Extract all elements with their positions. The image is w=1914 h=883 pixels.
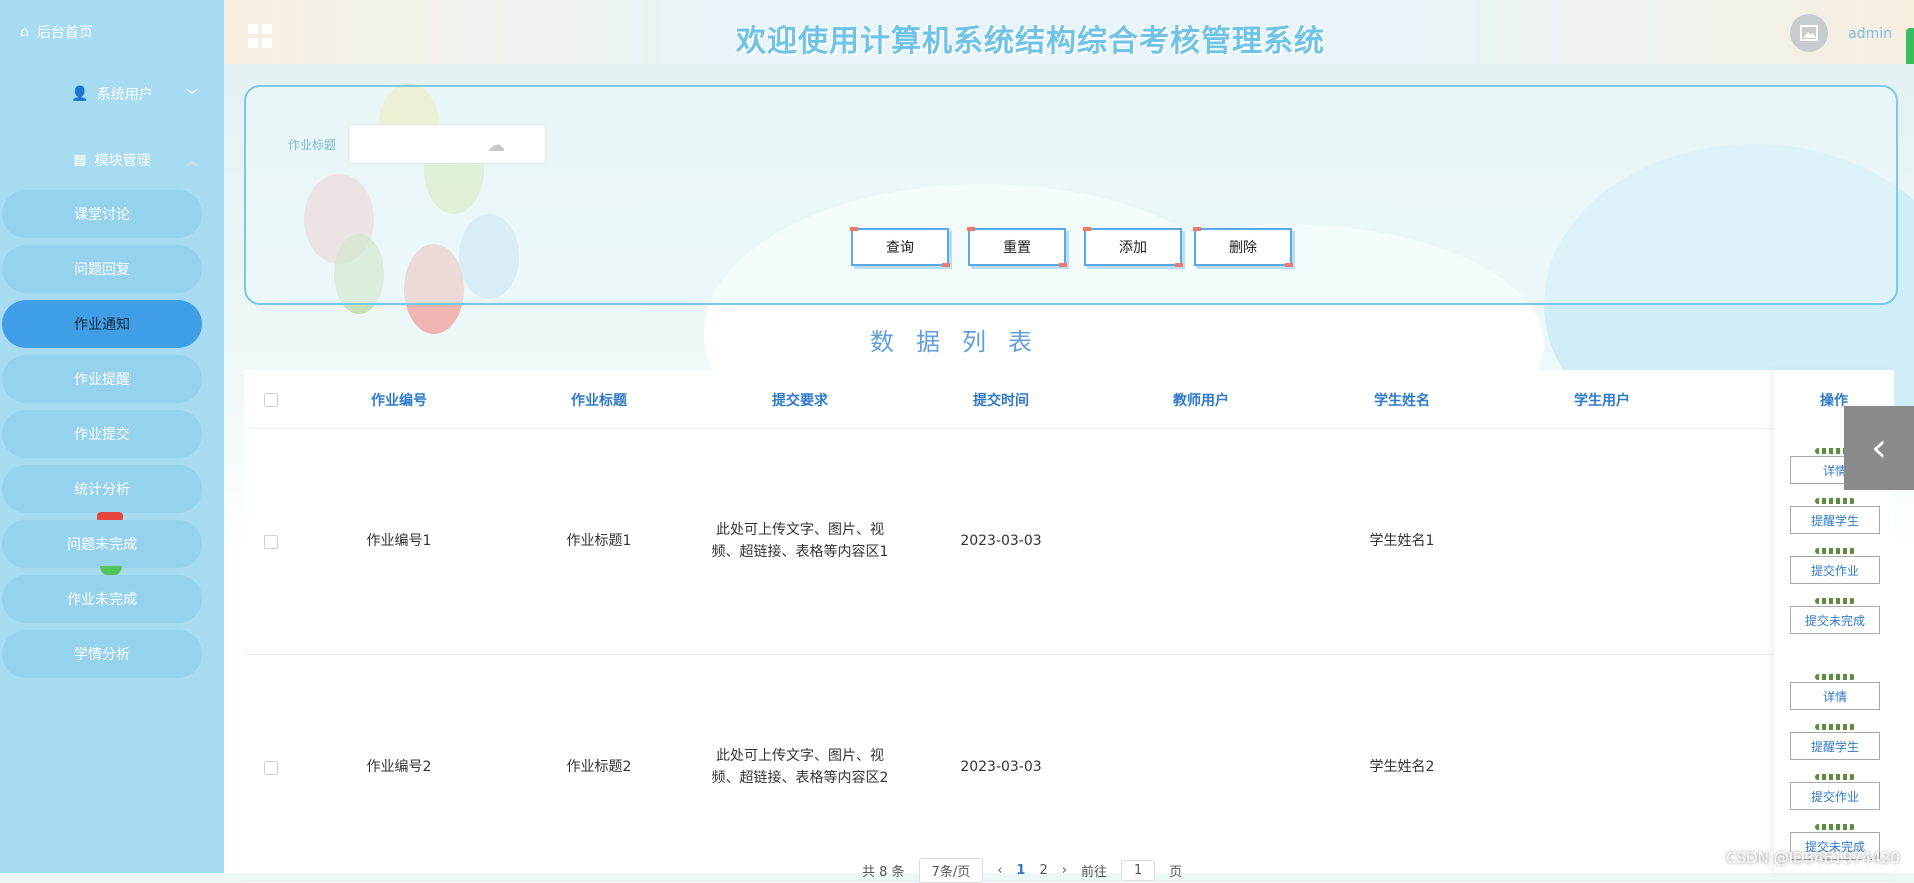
sidebar-item-label: 问题未完成	[67, 537, 137, 553]
pagination: 共 8 条 7条/页 ‹ 1 2 › 前往 1 页	[862, 858, 1182, 883]
search-panel: 作业标题 ☁ 查询 重置 添加 删除	[244, 85, 1898, 305]
sidebar-home[interactable]: ⌂ 后台首页	[20, 22, 93, 42]
query-button[interactable]: 查询	[850, 227, 950, 267]
data-table: 作业编号 作业标题 提交要求 提交时间 教师用户 学生姓名 学生用户 作业编号1…	[244, 370, 1894, 881]
chevron-down-icon: ﹀	[185, 87, 198, 102]
header: 欢迎使用计算机系统结构综合考核管理系统 admin	[224, 0, 1914, 68]
column-header[interactable]: 提交时间	[973, 390, 1029, 410]
avatar[interactable]	[1790, 14, 1828, 52]
cell-submit-time: 2023-03-03	[960, 759, 1042, 775]
sidebar-item-question-unfinished[interactable]: 问题未完成	[2, 520, 202, 568]
detail-button[interactable]: 详情	[1790, 674, 1880, 710]
submit-homework-button[interactable]: 提交作业	[1790, 548, 1880, 584]
goto-label: 前往	[1080, 865, 1107, 880]
remind-student-button[interactable]: 提醒学生	[1790, 498, 1880, 534]
sidebar-item-label: 统计分析	[74, 482, 130, 498]
list-title: 数据列表	[870, 328, 1054, 356]
sidebar-group-system-users[interactable]: 👤 系统用户 ﹀	[0, 84, 224, 104]
grid-icon: ▦	[73, 152, 87, 168]
add-button[interactable]: 添加	[1083, 227, 1183, 267]
submit-unfinished-button[interactable]: 提交未完成	[1790, 598, 1880, 634]
column-header[interactable]: 教师用户	[1173, 390, 1229, 410]
image-icon	[1800, 25, 1818, 41]
cell-requirement: 此处可上传文字、图片、视 频、超链接、表格等内容区1	[712, 519, 889, 563]
chevron-up-icon: ︿	[185, 153, 198, 168]
sidebar-item-label: 作业通知	[74, 317, 130, 333]
column-header[interactable]: 提交要求	[772, 390, 828, 410]
page-unit: 页	[1169, 865, 1183, 880]
next-page-button[interactable]: ›	[1062, 863, 1067, 878]
cell-student-name: 学生姓名2	[1369, 759, 1435, 775]
sidebar-item-label: 学情分析	[74, 647, 130, 663]
select-all-checkbox[interactable]	[264, 393, 278, 407]
cell-requirement: 此处可上传文字、图片、视 频、超链接、表格等内容区2	[712, 745, 889, 789]
home-icon: ⌂	[20, 24, 29, 40]
watermark: CSDN @ID3461974420	[1726, 849, 1900, 867]
row-checkbox[interactable]	[264, 535, 278, 549]
reset-button[interactable]: 重置	[967, 227, 1067, 267]
cell-student-name: 学生姓名1	[1369, 533, 1435, 549]
sidebar-item-question-reply[interactable]: 问题回复	[2, 245, 202, 293]
sidebar-item-homework-submit[interactable]: 作业提交	[2, 410, 202, 458]
sidebar-item-label: 作业提醒	[74, 372, 130, 388]
cell-homework-no: 作业编号1	[366, 533, 432, 549]
column-header[interactable]: 学生姓名	[1374, 390, 1430, 410]
cell-submit-time: 2023-03-03	[960, 533, 1042, 549]
collapse-panel-button[interactable]: ‹	[1844, 406, 1914, 490]
page-number[interactable]: 2	[1039, 863, 1047, 878]
prev-page-button[interactable]: ‹	[997, 863, 1002, 878]
sidebar-item-label: 作业未完成	[67, 592, 137, 608]
table-row: 作业编号1 作业标题1 此处可上传文字、图片、视 频、超链接、表格等内容区1 2…	[244, 428, 1894, 655]
column-header[interactable]: 作业编号	[371, 390, 427, 410]
sidebar-item-label: 课堂讨论	[74, 207, 130, 223]
sidebar-item-homework-reminder[interactable]: 作业提醒	[2, 355, 202, 403]
column-header[interactable]: 学生用户	[1574, 390, 1630, 410]
cell-homework-title: 作业标题2	[566, 759, 632, 775]
requirement-line: 此处可上传文字、图片、视	[715, 748, 884, 764]
requirement-line: 此处可上传文字、图片、视	[715, 522, 884, 538]
row-checkbox[interactable]	[264, 761, 278, 775]
page-title: 欢迎使用计算机系统结构综合考核管理系统	[736, 24, 1325, 59]
sidebar-home-label: 后台首页	[36, 25, 93, 41]
page-size-select[interactable]: 7条/页	[918, 858, 984, 883]
cloud-icon: ☁	[487, 135, 505, 156]
cell-homework-title: 作业标题1	[566, 533, 632, 549]
sidebar-item-class-discussion[interactable]: 课堂讨论	[2, 190, 202, 238]
table-header: 作业编号 作业标题 提交要求 提交时间 教师用户 学生姓名 学生用户	[244, 370, 1894, 429]
username[interactable]: admin	[1848, 26, 1892, 42]
sidebar: ⌂ 后台首页 👤 系统用户 ﹀ ▦ 模块管理 ︿ 课堂讨论 问题回复 作业通知 …	[0, 0, 224, 873]
column-header[interactable]: 作业标题	[571, 390, 627, 410]
requirement-line: 频、超链接、表格等内容区2	[711, 770, 889, 786]
sidebar-group-label: 系统用户	[96, 87, 153, 103]
delete-button[interactable]: 删除	[1193, 227, 1293, 267]
table-row: 作业编号2 作业标题2 此处可上传文字、图片、视 频、超链接、表格等内容区2 2…	[244, 654, 1894, 881]
sidebar-item-learning-analysis[interactable]: 学情分析	[2, 630, 202, 678]
cell-homework-no: 作业编号2	[366, 759, 432, 775]
sidebar-group-module-management[interactable]: ▦ 模块管理 ︿	[0, 150, 224, 170]
search-input[interactable]: ☁	[348, 124, 546, 164]
sidebar-group-label: 模块管理	[94, 153, 151, 169]
goto-page-input[interactable]: 1	[1120, 860, 1156, 881]
remind-student-button[interactable]: 提醒学生	[1790, 724, 1880, 760]
sidebar-item-label: 作业提交	[74, 427, 130, 443]
submit-homework-button[interactable]: 提交作业	[1790, 774, 1880, 810]
requirement-line: 频、超链接、表格等内容区1	[711, 544, 889, 560]
sidebar-item-homework-notice[interactable]: 作业通知	[2, 300, 202, 348]
sidebar-item-label: 问题回复	[74, 262, 130, 278]
search-label: 作业标题	[288, 138, 337, 152]
sidebar-item-statistics[interactable]: 统计分析	[2, 465, 202, 513]
menu-grid-icon[interactable]	[248, 24, 272, 48]
total-count: 共 8 条	[862, 865, 905, 880]
scroll-indicator	[1906, 28, 1914, 68]
sidebar-item-homework-unfinished[interactable]: 作业未完成	[2, 575, 202, 623]
chevron-left-icon: ‹	[1871, 425, 1887, 471]
page-number[interactable]: 1	[1016, 863, 1025, 878]
user-icon: 👤	[71, 86, 89, 102]
